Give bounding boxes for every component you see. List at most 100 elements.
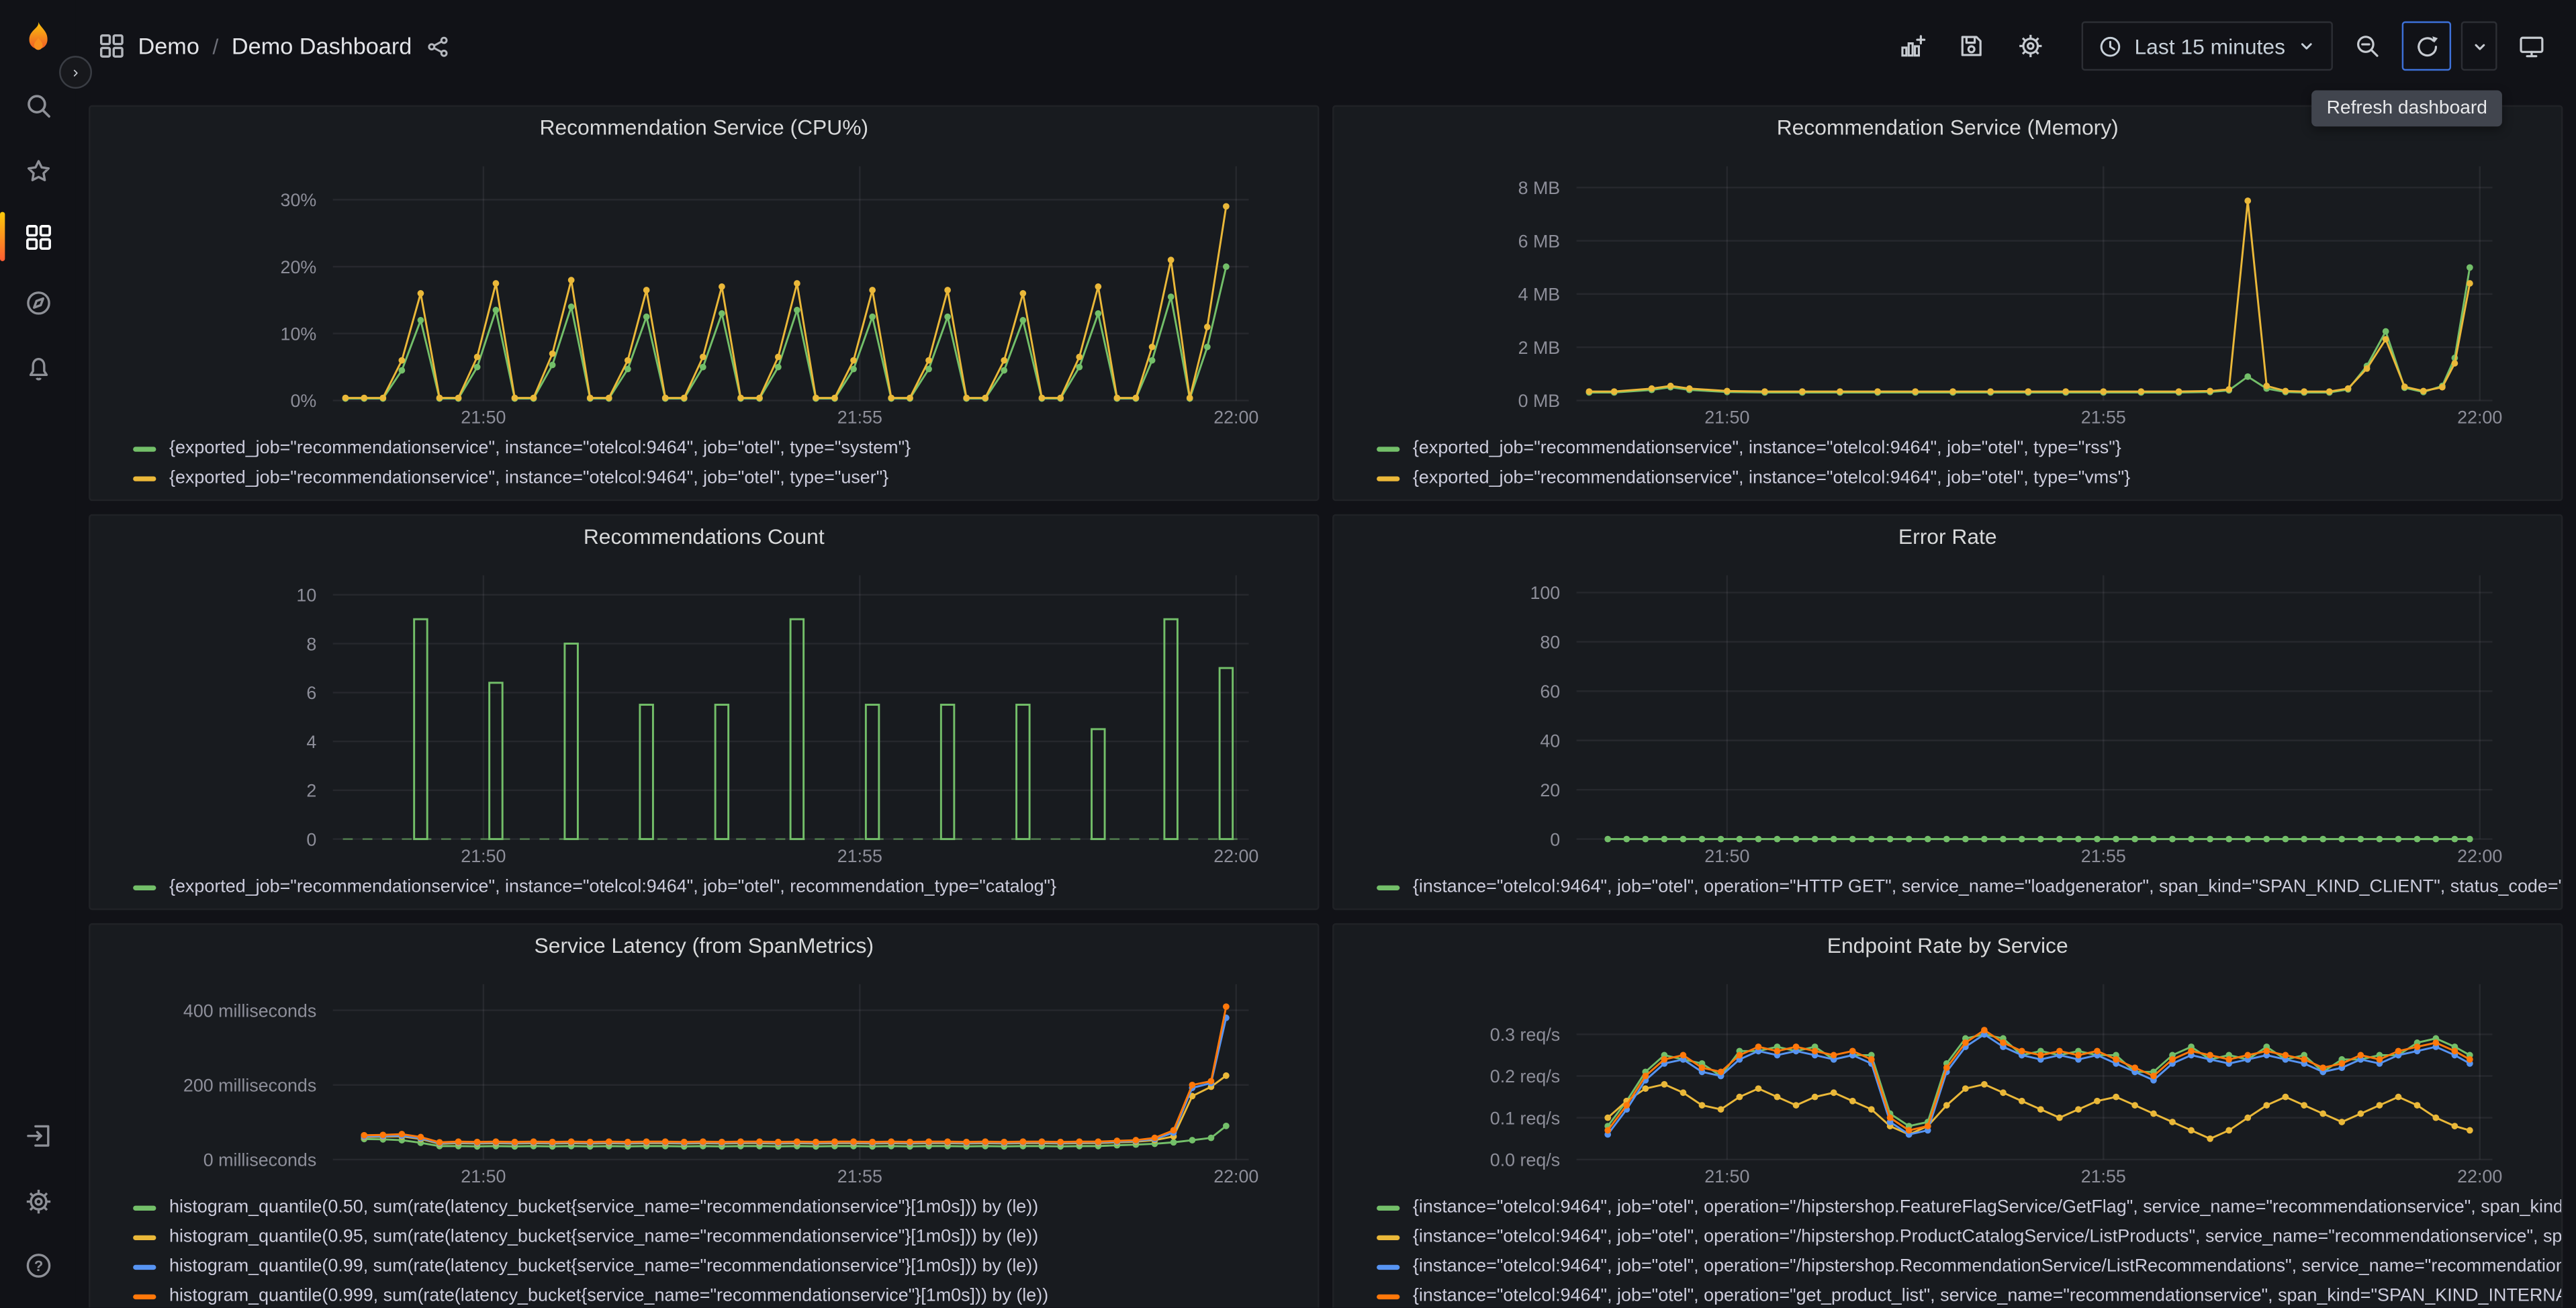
chart-plot-area[interactable]: 0% 10% 20% 30% 21:50 21:55 22:00: [91, 150, 1318, 430]
search-icon: [26, 94, 50, 117]
series-point: [2263, 1047, 2270, 1055]
sidebar-item-dashboards[interactable]: [0, 203, 76, 269]
series-point: [1113, 1137, 1121, 1144]
legend-label: histogram_quantile(0.999, sum(rate(laten…: [169, 1286, 1049, 1306]
sidebar-expand-toggle[interactable]: [59, 56, 93, 89]
series-point: [794, 1138, 800, 1146]
refresh-button[interactable]: [2401, 21, 2452, 71]
series-point: [1223, 263, 1230, 271]
sidebar-item-help[interactable]: ?: [0, 1232, 76, 1298]
sidebar-item-alerting[interactable]: [0, 335, 76, 401]
panel-title[interactable]: Endpoint Rate by Service: [1334, 925, 2561, 968]
panel-title[interactable]: Recommendations Count: [91, 516, 1318, 559]
panel-title[interactable]: Recommendation Service (CPU%): [91, 107, 1318, 150]
series-point: [2113, 835, 2119, 843]
refresh-interval-dropdown[interactable]: [2460, 21, 2497, 71]
series-point: [2207, 835, 2213, 843]
series-point: [492, 306, 500, 314]
grafana-logo[interactable]: [16, 18, 59, 61]
y-axis-tick-label: 10: [296, 586, 316, 606]
time-range-picker[interactable]: Last 15 minutes: [2082, 21, 2333, 71]
series-point: [1604, 1127, 1612, 1134]
series-point: [2188, 1127, 2195, 1134]
series-point: [1774, 835, 1781, 843]
save-dashboard-button[interactable]: [1947, 21, 1996, 71]
series-point: [2000, 1039, 2007, 1046]
series-point: [1723, 387, 1731, 395]
series-point: [699, 363, 706, 371]
series-point: [624, 1138, 631, 1146]
series-point: [2263, 382, 2270, 389]
legend-item[interactable]: {exported_job="recommendationservice", i…: [91, 463, 1318, 493]
panel-title[interactable]: Service Latency (from SpanMetrics): [91, 925, 1318, 968]
series-point: [2413, 835, 2421, 843]
series-point: [2056, 1047, 2063, 1055]
x-axis-tick-label: 22:00: [2457, 408, 2502, 428]
panel-title[interactable]: Error Rate: [1334, 516, 2561, 559]
series-point: [1148, 357, 1156, 364]
x-axis-tick-label: 21:55: [2081, 1166, 2126, 1186]
series-line-p95: [364, 1074, 1227, 1145]
series-point: [2413, 1102, 2421, 1109]
legend-item[interactable]: histogram_quantile(0.95, sum(rate(latenc…: [91, 1222, 1318, 1252]
zoom-out-icon: [2357, 36, 2379, 57]
chart-plot-area[interactable]: 0 2 4 6 8 10 21:50 21:55 22:00: [91, 559, 1318, 869]
series-point: [2357, 1052, 2364, 1059]
legend-item[interactable]: {instance="otelcol:9464", job="otel", op…: [1334, 872, 2561, 902]
sidebar-item-starred[interactable]: [0, 138, 76, 204]
x-axis-tick-label: 21:55: [837, 846, 882, 866]
time-range-label: Last 15 minutes: [2134, 34, 2285, 58]
y-axis-tick-label: 10%: [281, 324, 317, 344]
sidebar-item-sign-in[interactable]: [0, 1103, 76, 1168]
share-icon[interactable]: [425, 34, 450, 58]
legend-item[interactable]: {instance="otelcol:9464", job="otel", op…: [1334, 1193, 2561, 1222]
series-point: [1057, 1138, 1064, 1146]
legend-item[interactable]: {exported_job="recommendationservice", i…: [1334, 434, 2561, 463]
breadcrumb-parent[interactable]: Demo: [138, 33, 199, 59]
zoom-out-button[interactable]: [2343, 21, 2392, 71]
legend-item[interactable]: histogram_quantile(0.50, sum(rate(latenc…: [91, 1193, 1318, 1222]
legend-item[interactable]: histogram_quantile(0.99, sum(rate(latenc…: [91, 1252, 1318, 1281]
dashboard-settings-button[interactable]: [2007, 21, 2056, 71]
chart-plot-area[interactable]: 0 MB 2 MB 4 MB 6 MB 8 MB 21:50 21:55 22:00: [1334, 150, 2561, 430]
series-point: [1774, 1093, 1781, 1101]
series-point: [2062, 388, 2070, 395]
legend-color-marker: [1377, 1234, 1400, 1240]
sidebar-item-explore[interactable]: [0, 269, 76, 335]
add-panel-button[interactable]: [1888, 21, 1937, 71]
chart-plot-area[interactable]: 0 20 40 60 80 100 21:50 21:55 22:00: [1334, 559, 2561, 869]
series-point: [982, 1138, 989, 1146]
bar-catalog: [714, 704, 730, 841]
compass-icon: [26, 290, 50, 314]
legend-item[interactable]: {instance="otelcol:9464", job="otel", op…: [1334, 1252, 2561, 1281]
breadcrumb-current[interactable]: Demo Dashboard: [232, 33, 412, 59]
legend-item[interactable]: {exported_job="recommendationservice", i…: [1334, 463, 2561, 493]
legend-item[interactable]: {exported_job="recommendationservice", i…: [91, 434, 1318, 463]
legend-item[interactable]: {instance="otelcol:9464", job="otel", op…: [1334, 1281, 2561, 1308]
series-point: [342, 394, 349, 402]
legend-item[interactable]: {instance="otelcol:9464", job="otel", op…: [1334, 1222, 2561, 1252]
series-point: [1830, 835, 1837, 843]
legend-item[interactable]: {exported_job="recommendationservice", i…: [91, 872, 1318, 902]
bar-catalog: [864, 704, 880, 841]
series-point: [2301, 388, 2308, 395]
series-point: [1642, 1072, 1649, 1080]
legend-label: {exported_job="recommendationservice", i…: [169, 468, 889, 488]
series-point: [2150, 835, 2157, 843]
series-point: [2451, 360, 2458, 367]
sidebar-item-configuration[interactable]: [0, 1168, 76, 1233]
x-axis-tick-label: 22:00: [1213, 408, 1258, 428]
series-point: [643, 1138, 650, 1146]
y-axis-tick-label: 20%: [281, 257, 317, 277]
panel-service-latency: Service Latency (from SpanMetrics) 0 mill…: [89, 923, 1320, 1308]
series-point: [756, 394, 763, 402]
chart-plot-area[interactable]: 0 milliseconds 200 milliseconds 400 millis…: [91, 968, 1318, 1189]
tv-mode-button[interactable]: [2507, 21, 2556, 71]
series-point: [2225, 835, 2233, 843]
chart-plot-area[interactable]: 0.0 req/s 0.1 req/s 0.2 req/s 0.3 req/s 21:5…: [1334, 968, 2561, 1189]
series-point: [2244, 197, 2252, 204]
series-point: [944, 287, 951, 293]
legend-item[interactable]: histogram_quantile(0.999, sum(rate(laten…: [91, 1281, 1318, 1308]
series-point: [1019, 1138, 1027, 1146]
series-point: [1170, 1127, 1177, 1134]
